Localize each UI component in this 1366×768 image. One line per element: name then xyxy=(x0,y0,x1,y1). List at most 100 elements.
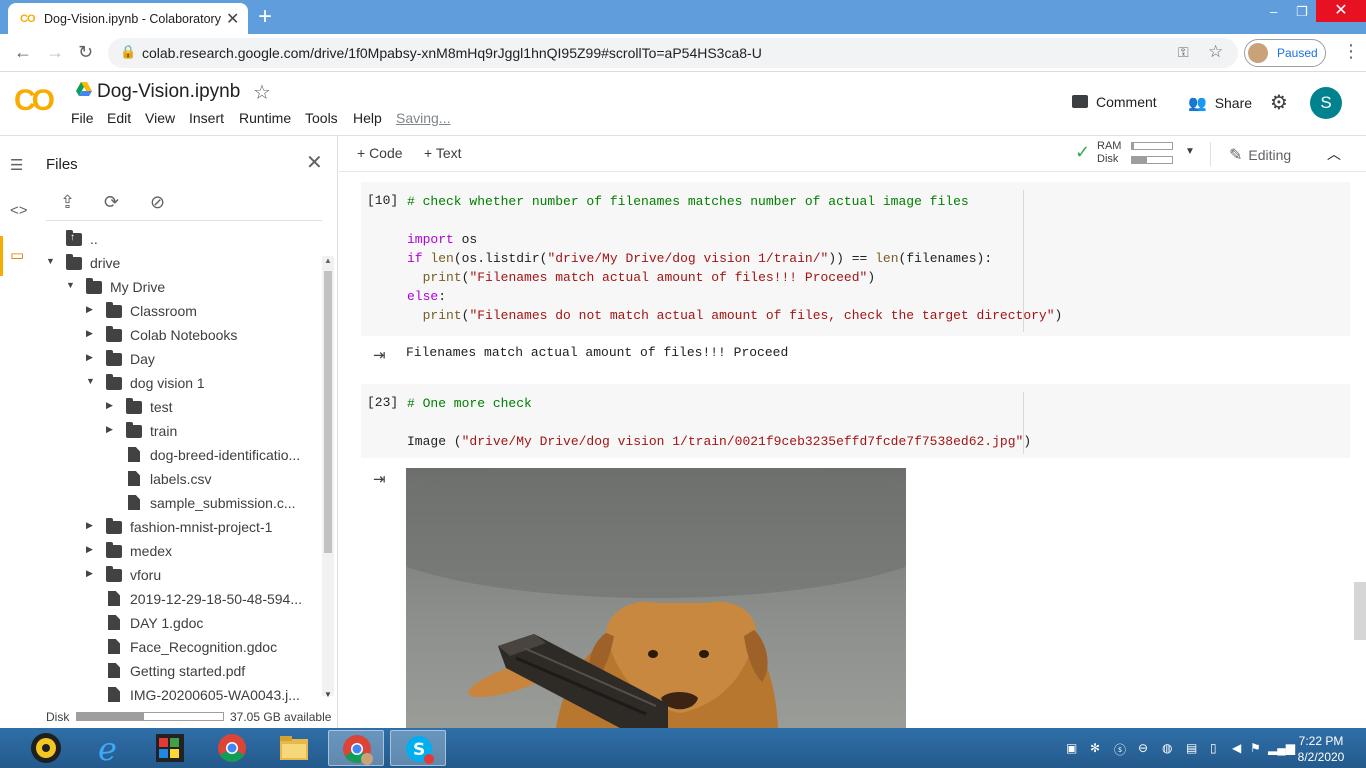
file-tree-row[interactable]: ▼ drive xyxy=(36,252,320,276)
resources-indicator[interactable]: RAM Disk xyxy=(1097,140,1121,165)
tray-minus-icon[interactable]: ⊖ xyxy=(1138,741,1148,755)
output-icon[interactable]: ⇥ xyxy=(373,470,386,488)
tab-close-icon[interactable]: ✕ xyxy=(226,9,239,29)
sidebar-scroll-thumb[interactable] xyxy=(324,271,332,553)
file-tree-row[interactable]: IMG-20200605-WA0043.j... xyxy=(36,684,320,708)
code-snippets-icon[interactable]: <> xyxy=(10,202,28,219)
tray-network-app-icon[interactable]: ✻ xyxy=(1090,741,1100,755)
expand-right-icon[interactable]: ▶ xyxy=(86,544,93,555)
file-tree-row[interactable]: sample_submission.c... xyxy=(36,492,320,516)
file-tree-row[interactable]: ▶ Day xyxy=(36,348,320,372)
taskbar-ie[interactable]: e xyxy=(80,730,136,768)
menu-help[interactable]: Help xyxy=(353,110,382,126)
restore-icon[interactable]: ❐ xyxy=(1296,4,1308,20)
window-close-icon[interactable]: ✕ xyxy=(1316,0,1366,22)
sidebar-close-icon[interactable]: ✕ xyxy=(306,150,323,175)
add-code-button[interactable]: + Code xyxy=(357,145,403,161)
table-of-contents-icon[interactable]: ☰ xyxy=(10,156,23,174)
omnibox[interactable]: 🔒 colab.research.google.com/drive/1f0Mpa… xyxy=(108,38,1238,68)
menu-file[interactable]: File xyxy=(71,110,94,126)
scroll-down-icon[interactable]: ▼ xyxy=(324,690,332,699)
files-folder-icon[interactable]: ▭ xyxy=(10,246,24,264)
file-tree-row[interactable]: ▶ test xyxy=(36,396,320,420)
file-tree-row[interactable]: dog-breed-identificatio... xyxy=(36,444,320,468)
editing-mode-button[interactable]: ✎ Editing xyxy=(1229,145,1291,165)
menu-tools[interactable]: Tools xyxy=(305,110,338,126)
collapse-header-icon[interactable]: ︿ xyxy=(1327,144,1341,164)
file-tree-row[interactable]: ▶ Colab Notebooks xyxy=(36,324,320,348)
expand-right-icon[interactable]: ▶ xyxy=(86,568,93,579)
url-text[interactable]: colab.research.google.com/drive/1f0Mpabs… xyxy=(142,45,762,61)
add-text-button[interactable]: + Text xyxy=(424,145,462,161)
saving-status[interactable]: Saving... xyxy=(396,110,450,126)
system-clock[interactable]: 7:22 PM 8/2/2020 xyxy=(1288,733,1354,765)
taskbar-chrome[interactable] xyxy=(204,730,260,766)
unmount-drive-icon[interactable]: ⊘ xyxy=(150,192,165,213)
bookmark-star-icon[interactable]: ☆ xyxy=(1208,42,1223,62)
tray-flag-icon[interactable]: ⚑ xyxy=(1250,741,1261,755)
code-cell-1[interactable]: [10] # check whether number of filenames… xyxy=(361,182,1350,336)
file-tree-row[interactable]: ▶ vforu xyxy=(36,564,320,588)
tray-volume-icon[interactable]: ◀ xyxy=(1232,741,1241,755)
comment-button[interactable]: Comment xyxy=(1072,94,1157,110)
file-tree-row[interactable]: 2019-12-29-18-50-48-594... xyxy=(36,588,320,612)
menu-insert[interactable]: Insert xyxy=(189,110,224,126)
tray-chat-icon[interactable]: ▣ xyxy=(1066,741,1077,755)
expand-right-icon[interactable]: ▶ xyxy=(86,352,93,363)
share-button[interactable]: 👥 Share xyxy=(1188,94,1252,112)
expand-right-icon[interactable]: ▶ xyxy=(106,400,113,411)
new-tab-icon[interactable]: + xyxy=(258,3,272,31)
expand-right-icon[interactable]: ▶ xyxy=(86,520,93,531)
forward-icon[interactable]: → xyxy=(46,42,64,63)
file-tree-row[interactable]: ▶ medex xyxy=(36,540,320,564)
file-tree-row[interactable]: ▶ fashion-mnist-project-1 xyxy=(36,516,320,540)
taskbar-skype[interactable]: S xyxy=(390,730,446,766)
scroll-up-icon[interactable]: ▲ xyxy=(324,256,332,265)
file-tree-row[interactable]: ▼ My Drive xyxy=(36,276,320,300)
taskbar-chrome-profile[interactable] xyxy=(328,730,384,766)
tray-circle-icon[interactable]: ◍ xyxy=(1162,741,1172,755)
expand-down-icon[interactable]: ▼ xyxy=(66,280,75,290)
resources-dropdown-icon[interactable]: ▼ xyxy=(1185,146,1195,157)
menu-edit[interactable]: Edit xyxy=(107,110,131,126)
refresh-folder-icon[interactable]: ⟳ xyxy=(104,192,119,213)
file-tree-row[interactable]: ▶ train xyxy=(36,420,320,444)
star-icon[interactable]: ☆ xyxy=(253,80,271,105)
file-tree-row[interactable]: labels.csv xyxy=(36,468,320,492)
tray-battery-icon[interactable]: ▯ xyxy=(1210,741,1217,755)
tray-skype-icon[interactable]: ⓢ xyxy=(1114,741,1126,758)
file-tree-row[interactable]: Face_Recognition.gdoc xyxy=(36,636,320,660)
file-tree-row[interactable]: DAY 1.gdoc xyxy=(36,612,320,636)
file-tree-row[interactable]: ▼ dog vision 1 xyxy=(36,372,320,396)
code-cell-2[interactable]: [23] # One more check Image ("drive/My D… xyxy=(361,384,1350,458)
tray-display-icon[interactable]: ▤ xyxy=(1186,741,1197,755)
taskbar-file-explorer[interactable] xyxy=(266,730,322,766)
expand-down-icon[interactable]: ▼ xyxy=(46,256,55,266)
minimize-icon[interactable]: – xyxy=(1270,4,1277,19)
file-tree-row[interactable]: ↑.. xyxy=(36,228,320,252)
file-tree-row[interactable]: Getting started.pdf xyxy=(36,660,320,684)
start-button[interactable] xyxy=(18,730,74,766)
back-icon[interactable]: ← xyxy=(14,42,32,63)
notebook-scroll-thumb[interactable] xyxy=(1354,582,1366,640)
menu-runtime[interactable]: Runtime xyxy=(239,110,291,126)
key-icon[interactable]: ⚿ xyxy=(1178,44,1189,61)
output-icon[interactable]: ⇥ xyxy=(373,346,386,364)
colab-logo[interactable]: CO xyxy=(14,84,55,118)
menu-view[interactable]: View xyxy=(145,110,175,126)
expand-right-icon[interactable]: ▶ xyxy=(106,424,113,435)
file-tree-row[interactable]: ▶ Classroom xyxy=(36,300,320,324)
expand-down-icon[interactable]: ▼ xyxy=(86,376,95,386)
user-avatar[interactable]: S xyxy=(1310,87,1342,119)
notebook-title[interactable]: Dog-Vision.ipynb xyxy=(97,81,240,103)
taskbar-app-puzzle[interactable] xyxy=(142,730,198,766)
lock-icon[interactable]: 🔒 xyxy=(120,44,136,60)
reload-icon[interactable]: ↻ xyxy=(78,42,93,63)
browser-menu-icon[interactable]: ⋮ xyxy=(1342,41,1360,62)
browser-tab[interactable]: CO Dog-Vision.ipynb - Colaboratory ✕ xyxy=(8,3,248,34)
expand-right-icon[interactable]: ▶ xyxy=(86,328,93,339)
profile-paused-button[interactable]: Paused xyxy=(1244,39,1326,67)
upload-file-icon[interactable]: ⇪ xyxy=(60,192,75,213)
expand-right-icon[interactable]: ▶ xyxy=(86,304,93,315)
settings-gear-icon[interactable]: ⚙ xyxy=(1270,90,1288,115)
